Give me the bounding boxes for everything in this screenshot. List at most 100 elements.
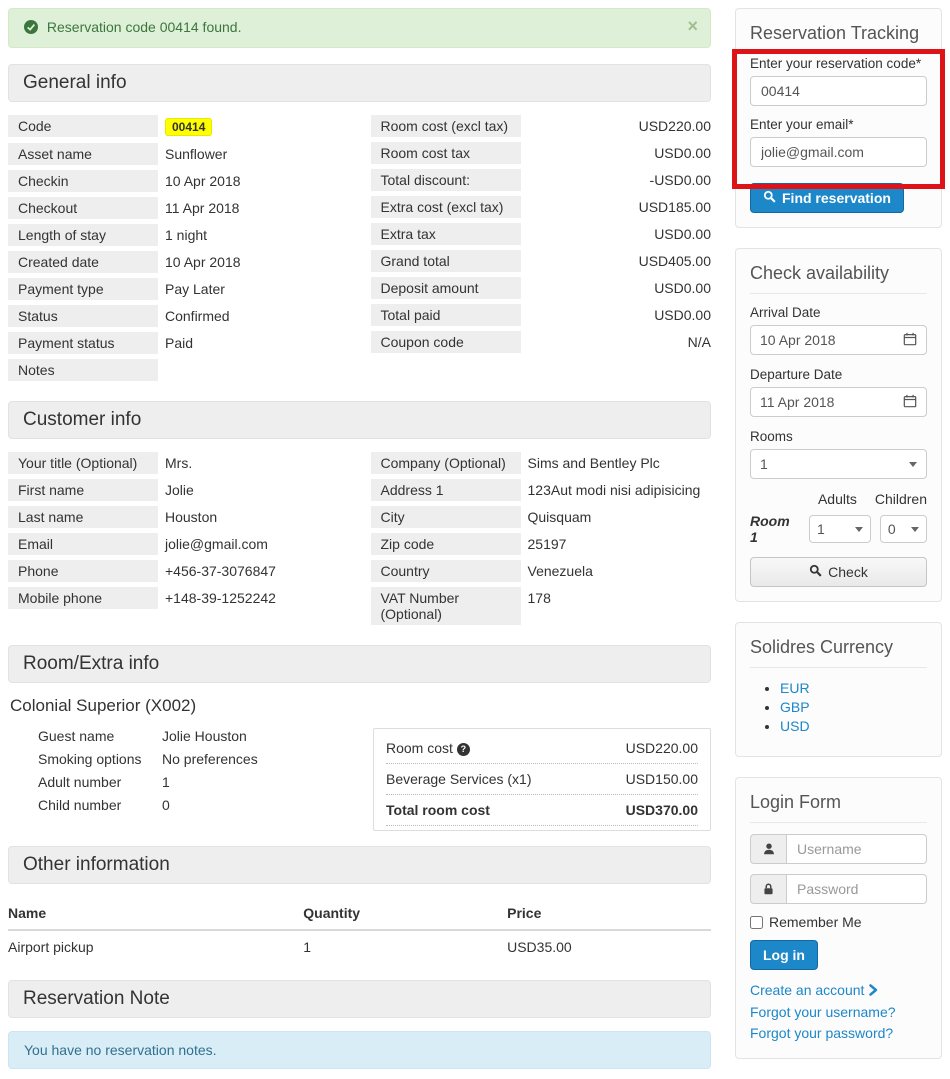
reservation-tracking-page: Reservation code 00414 found. × General … xyxy=(0,0,950,16)
user-icon xyxy=(750,834,786,864)
info-row: Grand totalUSD405.00 xyxy=(371,250,712,272)
info-row: Checkin10 Apr 2018 xyxy=(8,170,349,192)
lock-icon xyxy=(750,874,786,904)
cost-row-extra: Beverage Services (x1) USD150.00 xyxy=(386,764,698,795)
close-icon[interactable]: × xyxy=(687,17,698,35)
currency-panel: Solidres Currency EUR GBP USD xyxy=(735,622,942,757)
table-header-row: Name Quantity Price xyxy=(8,897,711,930)
reservation-code-input[interactable] xyxy=(750,76,927,106)
departure-date-input[interactable]: 11 Apr 2018 xyxy=(750,387,927,417)
panel-title-currency: Solidres Currency xyxy=(750,637,927,668)
reservation-code-label: Enter your reservation code* xyxy=(750,56,927,71)
find-reservation-button[interactable]: Find reservation xyxy=(750,183,904,213)
info-row: VAT Number (Optional)178 xyxy=(371,587,712,625)
chevron-right-icon xyxy=(868,983,878,999)
alert-text: Reservation code 00414 found. xyxy=(47,19,242,35)
column-header-name: Name xyxy=(8,897,303,930)
general-info-grid: Code 00414 Asset nameSunflower Checkin10… xyxy=(8,115,711,386)
general-info-left: Code 00414 Asset nameSunflower Checkin10… xyxy=(8,115,349,386)
login-button[interactable]: Log in xyxy=(750,940,818,970)
email-input[interactable] xyxy=(750,137,927,167)
no-notes-alert: You have no reservation notes. xyxy=(8,1031,711,1069)
column-header-price: Price xyxy=(507,897,711,930)
info-row: Your title (Optional)Mrs. xyxy=(8,452,349,474)
forgot-password-link[interactable]: Forgot your password? xyxy=(750,1025,893,1041)
username-group xyxy=(750,834,927,864)
adults-select[interactable]: 1 xyxy=(809,515,871,543)
info-row: Length of stay1 night xyxy=(8,224,349,246)
info-row: Last nameHouston xyxy=(8,506,349,528)
info-row-code: Code 00414 xyxy=(8,115,349,138)
forgot-username-link[interactable]: Forgot your username? xyxy=(750,1004,896,1020)
info-row: Payment statusPaid xyxy=(8,332,349,354)
info-row: CityQuisquam xyxy=(371,506,712,528)
password-input[interactable] xyxy=(786,874,927,904)
section-header-general-info: General info xyxy=(8,64,711,102)
info-row: Payment typePay Later xyxy=(8,278,349,300)
arrival-date-input[interactable]: 10 Apr 2018 xyxy=(750,325,927,355)
room-cost-box: Room cost? USD220.00 Beverage Services (… xyxy=(373,728,711,831)
success-alert: Reservation code 00414 found. × xyxy=(8,8,711,48)
info-row: Room cost taxUSD0.00 xyxy=(371,142,712,164)
room-occupancy-row: Room 1 1 0 xyxy=(750,513,927,545)
info-row: Extra taxUSD0.00 xyxy=(371,223,712,245)
info-row: StatusConfirmed xyxy=(8,305,349,327)
info-row: Created date10 Apr 2018 xyxy=(8,251,349,273)
currency-link-usd[interactable]: USD xyxy=(780,718,810,734)
email-label: Enter your email* xyxy=(750,117,927,132)
other-information-table: Name Quantity Price Airport pickup 1 USD… xyxy=(8,897,711,965)
help-icon[interactable]: ? xyxy=(457,743,470,756)
main-content: Reservation code 00414 found. × General … xyxy=(8,8,711,1069)
check-button[interactable]: Check xyxy=(750,557,927,587)
info-row: Phone+456-37-3076847 xyxy=(8,560,349,582)
password-group xyxy=(750,874,927,904)
info-row: Mobile phone+148-39-1252242 xyxy=(8,587,349,609)
username-input[interactable] xyxy=(786,834,927,864)
info-row: CountryVenezuela xyxy=(371,560,712,582)
room-row-label: Room 1 xyxy=(750,513,800,545)
section-header-other-information: Other information xyxy=(8,846,711,884)
section-header-customer-info: Customer info xyxy=(8,401,711,439)
chevron-down-icon xyxy=(911,527,919,532)
remember-me-label: Remember Me xyxy=(769,914,862,930)
info-row: Company (Optional)Sims and Bentley Plc xyxy=(371,452,712,474)
info-row: Extra cost (excl tax)USD185.00 xyxy=(371,196,712,218)
info-row: Asset nameSunflower xyxy=(8,143,349,165)
cost-row-total: Total room cost USD370.00 xyxy=(386,795,698,826)
search-icon xyxy=(809,564,822,580)
create-account-link[interactable]: Create an account xyxy=(750,982,878,998)
login-form-panel: Login Form Remember Me Log in xyxy=(735,777,942,1059)
room-type-title: Colonial Superior (X002) xyxy=(10,696,711,716)
column-header-quantity: Quantity xyxy=(303,897,507,930)
info-row: First nameJolie xyxy=(8,479,349,501)
info-row: Coupon codeN/A xyxy=(371,331,712,353)
section-header-reservation-note: Reservation Note xyxy=(8,980,711,1018)
room-detail-row: Guest nameJolie Houston xyxy=(38,728,258,745)
panel-title-login-form: Login Form xyxy=(750,792,927,823)
chevron-down-icon xyxy=(909,462,917,467)
info-row: Room cost (excl tax)USD220.00 xyxy=(371,115,712,137)
children-header: Children xyxy=(875,491,927,507)
list-item: USD xyxy=(780,717,927,736)
general-info-right: Room cost (excl tax)USD220.00 Room cost … xyxy=(371,115,712,386)
calendar-icon xyxy=(903,332,917,349)
departure-date-label: Departure Date xyxy=(750,367,927,382)
currency-link-eur[interactable]: EUR xyxy=(780,680,810,696)
rooms-select[interactable]: 1 xyxy=(750,449,927,479)
arrival-date-label: Arrival Date xyxy=(750,305,927,320)
info-row: Checkout11 Apr 2018 xyxy=(8,197,349,219)
chevron-down-icon xyxy=(855,527,863,532)
login-links: Create an account Forgot your username? … xyxy=(750,980,927,1043)
section-header-room-extra-info: Room/Extra info xyxy=(8,645,711,683)
remember-me-checkbox[interactable] xyxy=(750,916,763,929)
cost-row-room-cost: Room cost? USD220.00 xyxy=(386,733,698,764)
currency-link-gbp[interactable]: GBP xyxy=(780,699,810,715)
check-circle-icon xyxy=(24,20,38,37)
reservation-code-badge: 00414 xyxy=(165,118,212,136)
children-select[interactable]: 0 xyxy=(880,515,927,543)
info-row: Emailjolie@gmail.com xyxy=(8,533,349,555)
customer-info-left: Your title (Optional)Mrs. First nameJoli… xyxy=(8,452,349,630)
room-detail-row: Smoking optionsNo preferences xyxy=(38,751,258,768)
info-row: Address 1123Aut modi nisi adipisicing xyxy=(371,479,712,501)
info-row: Total paidUSD0.00 xyxy=(371,304,712,326)
